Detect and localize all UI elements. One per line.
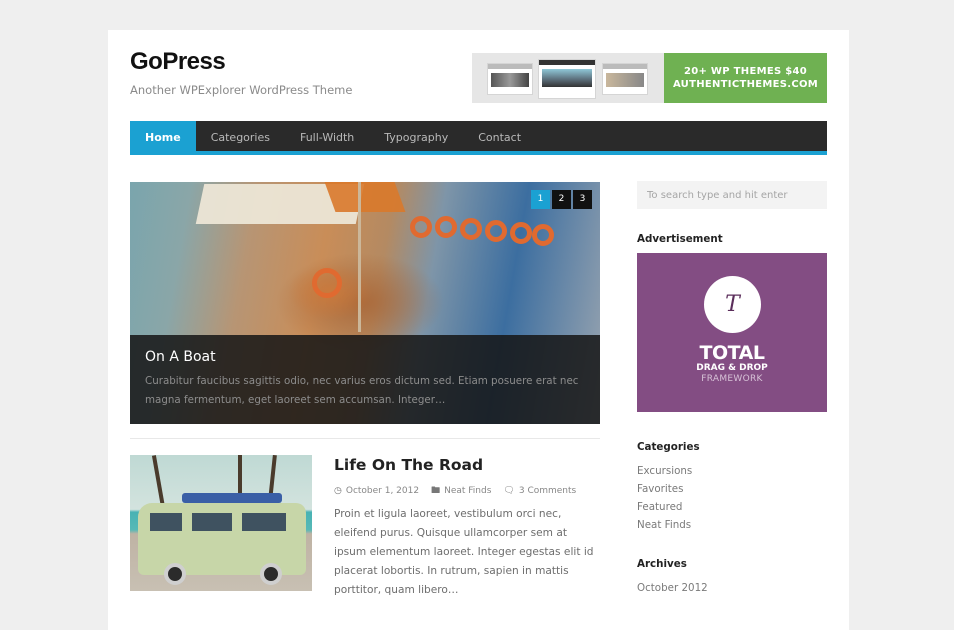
categories-widget-title: Categories (637, 441, 700, 453)
slider-page-3[interactable]: 3 (573, 190, 592, 209)
slide-caption: On A Boat Curabitur faucibus sagittis od… (130, 335, 600, 424)
thumbnail-detail (182, 493, 282, 503)
theme-screenshot (538, 59, 596, 99)
post-comments-text: 3 Comments (518, 486, 577, 496)
header-banner-ad[interactable]: 20+ WP THEMES $40 AUTHENTICTHEMES.COM (472, 53, 827, 103)
page-container: GoPress Another WPExplorer WordPress The… (108, 30, 849, 630)
search-input[interactable] (637, 181, 827, 209)
post-date[interactable]: ◷ October 1, 2012 (334, 486, 419, 496)
archive-link[interactable]: October 2012 (637, 579, 708, 597)
theme-screenshot (487, 63, 533, 95)
nav-item-home[interactable]: Home (130, 121, 196, 155)
post-comments[interactable]: 🗨 3 Comments (503, 486, 576, 496)
banner-theme-screenshots (472, 53, 664, 103)
advertisement-banner[interactable]: T TOTAL DRAG & DROP FRAMEWORK (637, 253, 827, 412)
archives-widget-title: Archives (637, 558, 687, 570)
post-title[interactable]: Life On The Road (334, 456, 483, 474)
theme-screenshot (602, 63, 648, 95)
comments-icon: 🗨 (503, 486, 515, 496)
slide-title[interactable]: On A Boat (145, 349, 585, 365)
total-logo-icon: T (704, 276, 761, 333)
nav-item-full-width[interactable]: Full-Width (285, 121, 369, 155)
post-thumbnail[interactable] (130, 455, 312, 591)
post-category[interactable]: 🖿 Neat Finds (431, 483, 491, 499)
slider-page-1[interactable]: 1 (531, 190, 550, 209)
slide-image-detail (460, 218, 482, 240)
post-category-text: Neat Finds (444, 486, 492, 496)
post-meta: ◷ October 1, 2012 🖿 Neat Finds 🗨 3 Comme… (334, 483, 588, 499)
divider (130, 438, 600, 439)
slider-pagination: 1 2 3 (529, 190, 592, 209)
folder-icon: 🖿 (431, 486, 441, 496)
post-date-text: October 1, 2012 (345, 486, 420, 496)
advertisement-widget-title: Advertisement (637, 233, 723, 245)
ad-line-2: DRAG & DROP (696, 363, 768, 373)
site-description: Another WPExplorer WordPress Theme (130, 83, 353, 97)
slide-image-detail (532, 224, 554, 246)
category-link-featured[interactable]: Featured (637, 498, 692, 516)
archives-list: October 2012 (637, 579, 708, 597)
site-title[interactable]: GoPress (130, 48, 226, 76)
banner-line-1: 20+ WP THEMES $40 (683, 66, 808, 77)
main-nav: Home Categories Full-Width Typography Co… (130, 121, 827, 155)
slide-image-detail (435, 216, 457, 238)
nav-item-typography[interactable]: Typography (369, 121, 463, 155)
slide-image-detail (410, 216, 432, 238)
featured-slider[interactable]: 1 2 3 On A Boat Curabitur faucibus sagit… (130, 182, 600, 424)
nav-item-categories[interactable]: Categories (196, 121, 285, 155)
banner-cta[interactable]: 20+ WP THEMES $40 AUTHENTICTHEMES.COM (664, 53, 827, 103)
thumbnail-detail (138, 503, 306, 585)
slide-excerpt: Curabitur faucibus sagittis odio, nec va… (145, 375, 579, 406)
post-excerpt: Proin et ligula laoreet, vestibulum orci… (334, 508, 594, 596)
clock-icon: ◷ (334, 486, 342, 496)
nav-item-contact[interactable]: Contact (463, 121, 536, 155)
category-link-excursions[interactable]: Excursions (637, 462, 692, 480)
slide-image-detail (324, 182, 406, 212)
banner-line-2: AUTHENTICTHEMES.COM (672, 79, 819, 90)
category-link-neat-finds[interactable]: Neat Finds (637, 516, 692, 534)
ad-line-3: FRAMEWORK (701, 374, 763, 384)
categories-list: Excursions Favorites Featured Neat Finds (637, 462, 692, 534)
ad-line-1: TOTAL (699, 342, 765, 364)
slide-image-detail (358, 182, 361, 332)
slider-page-2[interactable]: 2 (552, 190, 571, 209)
category-link-favorites[interactable]: Favorites (637, 480, 692, 498)
slide-image-detail (485, 220, 507, 242)
slide-image-detail (312, 268, 342, 298)
slide-image-detail (510, 222, 532, 244)
